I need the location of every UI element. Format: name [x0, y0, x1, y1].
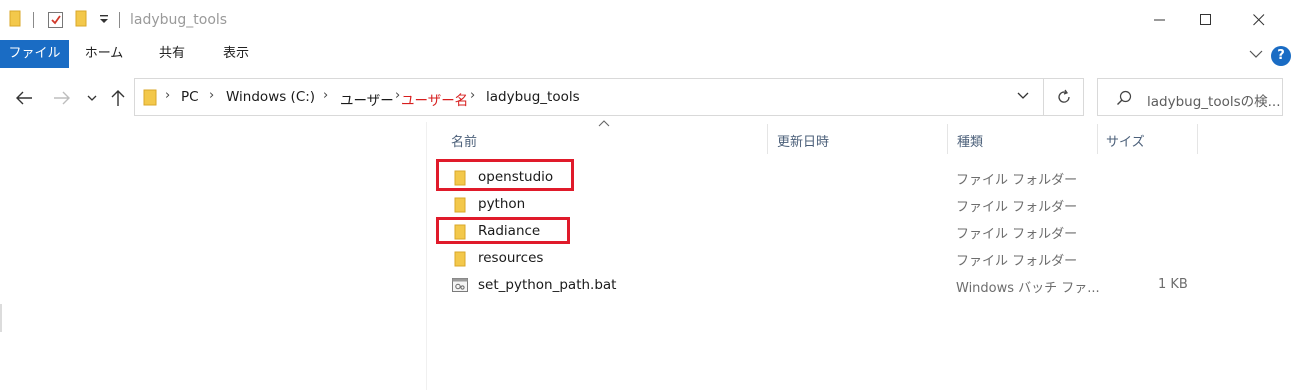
- highlight-box-radiance: [436, 217, 570, 244]
- folder-icon: [9, 10, 21, 27]
- breadcrumb-separator-icon[interactable]: ›: [323, 88, 328, 103]
- close-button[interactable]: [1236, 0, 1281, 40]
- tab-share[interactable]: 共有: [142, 40, 202, 68]
- file-row-python[interactable]: python ファイル フォルダー: [440, 191, 1200, 218]
- highlight-box-openstudio: [436, 159, 574, 191]
- refresh-icon: [1057, 89, 1070, 103]
- column-header-type[interactable]: 種類: [957, 131, 983, 150]
- refresh-button[interactable]: [1044, 78, 1084, 116]
- up-button[interactable]: [106, 86, 130, 110]
- scrollbar-mark: [0, 304, 2, 332]
- search-icon: [1117, 90, 1132, 105]
- folder-icon: [143, 89, 157, 106]
- breadcrumb-separator-icon[interactable]: ›: [165, 88, 170, 103]
- breadcrumb-ladybug-tools[interactable]: ladybug_tools: [486, 89, 580, 105]
- address-bar[interactable]: › PC › Windows (C:) › ユーザー › ユーザー名 › lad…: [134, 78, 1044, 116]
- close-icon: [1252, 14, 1264, 26]
- tab-file[interactable]: ファイル: [0, 40, 69, 68]
- file-type: ファイル フォルダー: [956, 227, 1078, 242]
- search-box[interactable]: ladybug_toolsの検...: [1097, 78, 1283, 116]
- recent-locations-button[interactable]: [82, 86, 102, 110]
- column-divider[interactable]: [1097, 124, 1098, 154]
- batch-file-icon: [452, 278, 468, 292]
- file-row-resources[interactable]: resources ファイル フォルダー: [440, 245, 1200, 272]
- chevron-down-icon: [87, 95, 97, 101]
- breadcrumb-separator-icon[interactable]: ›: [209, 88, 214, 103]
- file-name: set_python_path.bat: [478, 277, 617, 293]
- file-name: python: [478, 196, 526, 212]
- column-header-size[interactable]: サイズ: [1106, 131, 1145, 150]
- breadcrumb-separator-icon[interactable]: ›: [470, 88, 475, 103]
- folder-icon: [454, 197, 466, 213]
- window-title: ladybug_tools: [130, 12, 228, 28]
- up-arrow-icon: [111, 90, 125, 106]
- column-header-name[interactable]: 名前: [451, 131, 477, 150]
- forward-arrow-icon: [54, 91, 70, 105]
- search-placeholder: ladybug_toolsの検...: [1147, 94, 1281, 110]
- new-folder-icon[interactable]: [75, 10, 87, 27]
- breadcrumb-drive-c[interactable]: Windows (C:): [226, 89, 315, 105]
- back-button[interactable]: [12, 86, 36, 110]
- breadcrumb-users[interactable]: ユーザー: [340, 89, 394, 109]
- minimize-icon: [1153, 19, 1165, 21]
- ribbon-expand-chevron-icon[interactable]: [1249, 49, 1263, 59]
- maximize-icon: [1199, 14, 1211, 25]
- file-type: ファイル フォルダー: [956, 254, 1078, 269]
- minimize-button[interactable]: [1137, 0, 1182, 40]
- address-history-chevron-icon[interactable]: [1017, 91, 1029, 101]
- breadcrumb-pc[interactable]: PC: [181, 89, 199, 105]
- folder-icon: [454, 251, 466, 267]
- help-button[interactable]: ?: [1271, 46, 1291, 66]
- file-type: Windows バッチ ファ...: [956, 281, 1100, 296]
- title-bar: ladybug_tools: [0, 0, 1295, 40]
- file-name: resources: [478, 250, 544, 266]
- sort-ascending-icon: [598, 120, 610, 127]
- breadcrumb-separator-icon[interactable]: ›: [395, 88, 400, 103]
- breadcrumb-username[interactable]: ユーザー名: [401, 89, 468, 109]
- title-separator: [119, 12, 120, 28]
- title-separator: [33, 12, 34, 28]
- file-type: ファイル フォルダー: [956, 173, 1078, 188]
- file-size: 1 KB: [1158, 277, 1188, 292]
- properties-icon[interactable]: [48, 12, 63, 28]
- file-row-set-python-path[interactable]: set_python_path.bat Windows バッチ ファ... 1 …: [440, 272, 1200, 299]
- customize-quick-access-icon[interactable]: [99, 12, 109, 26]
- maximize-button[interactable]: [1183, 0, 1228, 40]
- navigation-pane-divider: [426, 122, 427, 390]
- column-divider[interactable]: [1197, 124, 1198, 154]
- tab-view[interactable]: 表示: [206, 40, 266, 68]
- column-header-date[interactable]: 更新日時: [777, 131, 829, 150]
- ribbon-tabs: ファイル ホーム 共有 表示: [0, 40, 1295, 68]
- column-divider[interactable]: [947, 124, 948, 154]
- forward-button[interactable]: [50, 86, 74, 110]
- tab-home[interactable]: ホーム: [74, 40, 134, 68]
- column-divider[interactable]: [767, 124, 768, 154]
- back-arrow-icon: [16, 91, 32, 105]
- file-type: ファイル フォルダー: [956, 200, 1078, 215]
